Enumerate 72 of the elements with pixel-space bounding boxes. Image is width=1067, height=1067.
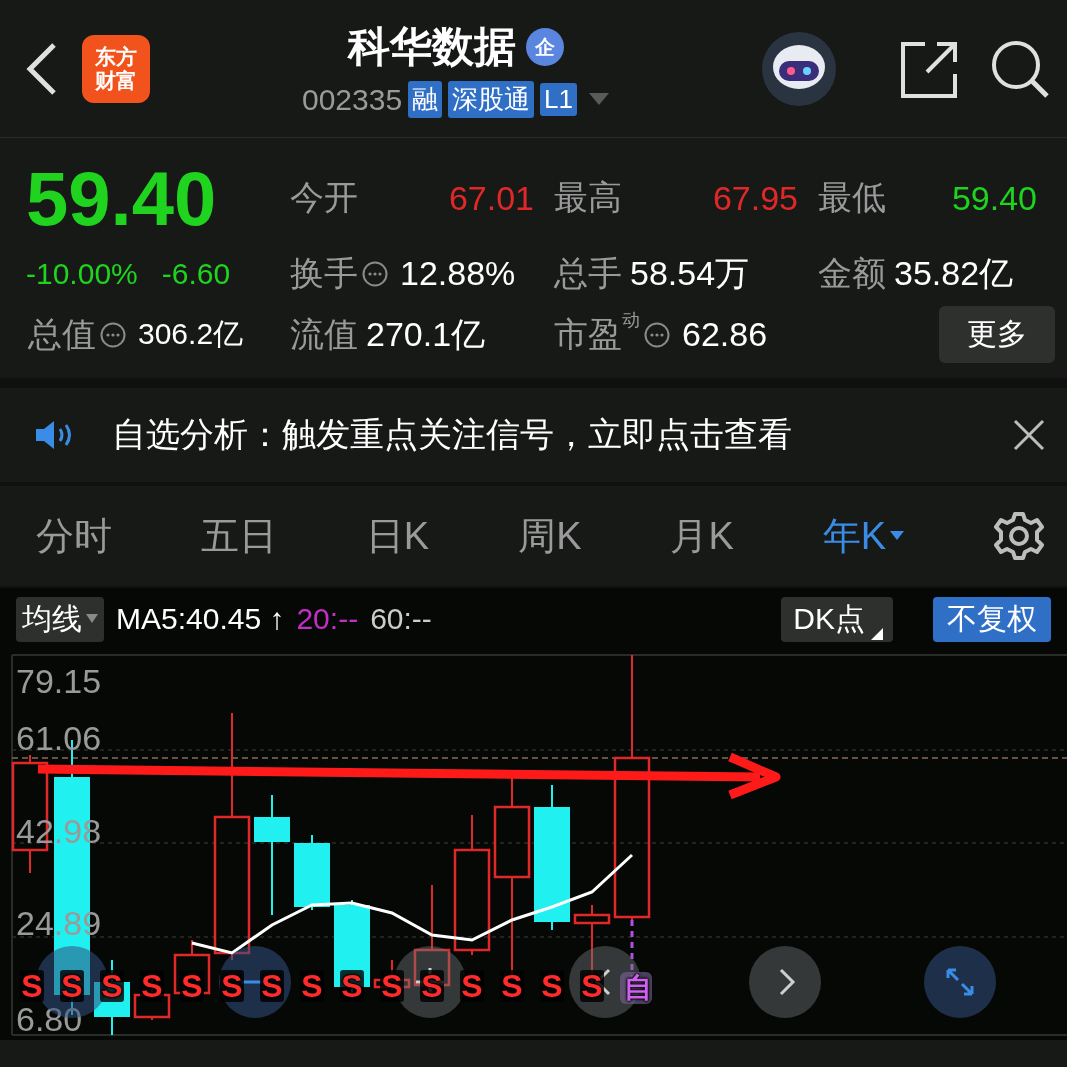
- sell-marker: S: [500, 970, 524, 1002]
- stat-value: 67.95: [712, 178, 798, 218]
- sell-marker: S: [60, 970, 84, 1002]
- robot-avatar-icon[interactable]: [761, 30, 837, 107]
- stat-label: 市盈: [554, 314, 622, 355]
- info-icon[interactable]: [100, 321, 126, 348]
- stat-superscript: 动: [622, 308, 640, 330]
- period-tab[interactable]: 年K: [822, 510, 905, 562]
- period-tab[interactable]: 月K: [670, 510, 734, 562]
- stat-value: 306.2亿: [138, 316, 244, 353]
- stat-label: 总值: [28, 313, 96, 355]
- sell-marker: S: [180, 970, 204, 1002]
- stock-tag: 深股通: [448, 81, 535, 118]
- dropdown-caret-icon[interactable]: [86, 614, 98, 624]
- dropdown-caret-icon[interactable]: [890, 531, 905, 541]
- adjustment-button[interactable]: 不复权: [933, 596, 1051, 642]
- stat-value: 59.40: [951, 178, 1037, 218]
- sell-marker: S: [420, 970, 444, 1002]
- indicator-dropdown[interactable]: 均线: [16, 596, 104, 642]
- sell-marker: S: [20, 970, 44, 1002]
- period-tab[interactable]: 日K: [365, 510, 430, 562]
- more-button[interactable]: 更多: [939, 306, 1055, 364]
- info-icon[interactable]: [362, 261, 388, 287]
- settings-icon[interactable]: [992, 510, 1045, 562]
- change-percent: -10.00%: [26, 257, 138, 291]
- sell-marker: S: [220, 970, 244, 1002]
- moving-average-value: MA5:40.45 ↑: [116, 602, 285, 636]
- change-amount: -6.60: [161, 257, 231, 291]
- stat-value: 67.01: [448, 178, 534, 218]
- sell-marker: S: [100, 970, 124, 1002]
- period-tab[interactable]: 分时: [36, 510, 112, 562]
- sell-marker: S: [260, 970, 284, 1002]
- stock-tag: 融: [408, 81, 443, 118]
- stat-label: 最低: [818, 177, 886, 219]
- current-price: 59.40: [26, 154, 218, 242]
- sell-marker: S: [340, 970, 364, 1002]
- stat-value: 270.1亿: [366, 313, 486, 355]
- moving-average-value: 20:--: [296, 602, 359, 636]
- stock-name: 科华数据: [347, 22, 516, 72]
- moving-average-value: 60:--: [370, 602, 432, 636]
- sell-marker: S: [380, 970, 404, 1002]
- stat-label: 流值: [290, 313, 358, 355]
- self-select-marker: 自: [620, 972, 652, 1004]
- notice-text[interactable]: 自选分析：触发重点关注信号，立即点击查看: [112, 412, 1011, 458]
- price-axis-label: 79.15: [16, 664, 102, 698]
- stat-value: 58.54万: [630, 253, 750, 294]
- dk-point-dropdown[interactable]: DK点: [781, 596, 893, 642]
- stat-label: 换手: [290, 253, 358, 294]
- corner-triangle-icon[interactable]: [871, 627, 883, 640]
- app-logo[interactable]: 东方 财富: [82, 34, 150, 103]
- close-icon[interactable]: [1011, 417, 1047, 453]
- period-tab[interactable]: 周K: [518, 510, 582, 562]
- price-axis-label: 6.80: [16, 1002, 83, 1036]
- stat-value: 12.88%: [400, 254, 516, 294]
- info-icon[interactable]: [644, 321, 670, 348]
- sell-marker: S: [140, 970, 164, 1002]
- period-tab[interactable]: 五日: [200, 510, 277, 562]
- stat-label: 总手: [554, 253, 622, 294]
- sell-marker: S: [460, 970, 484, 1002]
- sell-marker: S: [300, 970, 324, 1002]
- sell-marker: S: [580, 970, 604, 1002]
- dropdown-caret-icon[interactable]: [589, 92, 609, 107]
- stat-value: 62.86: [682, 315, 768, 355]
- price-axis-label: 61.06: [16, 721, 102, 755]
- stat-label: 最高: [554, 177, 622, 219]
- stock-code: 002335: [302, 82, 403, 117]
- stock-tag: L1: [540, 83, 577, 116]
- enterprise-badge: 企: [525, 28, 564, 66]
- stat-value: 35.82亿: [894, 253, 1014, 294]
- sell-marker: S: [540, 970, 564, 1002]
- stat-label: 金额: [818, 253, 886, 294]
- stat-label: 今开: [290, 177, 358, 219]
